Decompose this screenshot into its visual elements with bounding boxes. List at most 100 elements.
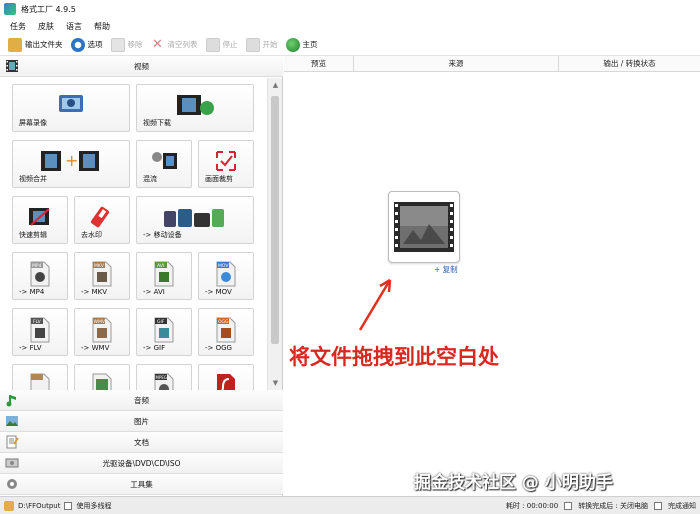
tile-partial-3[interactable]: MPEG — [136, 364, 192, 390]
tile-partial-1[interactable] — [12, 364, 68, 390]
mux-icon — [149, 149, 179, 175]
tile-flv[interactable]: FLV -> FLV — [12, 308, 68, 356]
scroll-up-icon[interactable]: ▲ — [268, 78, 283, 92]
category-picture[interactable]: 图片 — [0, 411, 283, 432]
folder-icon[interactable] — [4, 500, 14, 511]
remove-button[interactable]: 移除 — [110, 37, 143, 52]
tile-remove-watermark[interactable]: 去水印 — [74, 196, 130, 244]
svg-text:MOV: MOV — [218, 263, 229, 269]
svg-text:FLV: FLV — [33, 319, 42, 325]
svg-text:WMV: WMV — [94, 319, 106, 325]
tile-screen-record[interactable]: 屏幕录像 — [12, 84, 130, 132]
tile-mkv[interactable]: MKV -> MKV — [74, 252, 130, 300]
stop-label: 停止 — [222, 40, 238, 49]
function-panel: 视频 屏幕录像 视频下载 + 视频合并 混流 画面裁剪 快速剪辑 去水印 -> … — [0, 56, 283, 496]
document-icon — [5, 435, 19, 449]
scrollbar-thumb[interactable] — [271, 96, 279, 344]
tools-scrollbar[interactable]: ▲ ▼ — [267, 78, 282, 390]
tile-crop[interactable]: 画面裁剪 — [198, 140, 254, 188]
clear-list-icon: ✕ — [152, 36, 163, 52]
remove-watermark-icon — [89, 205, 115, 231]
mkv-file-icon: MKV — [91, 261, 113, 289]
menu-task[interactable]: 任务 — [10, 21, 26, 32]
menu-bar: 任务 皮肤 语言 帮助 — [0, 18, 700, 34]
home-button[interactable]: 主页 — [285, 37, 318, 52]
title-bar: 格式工厂 4.9.5 — [0, 0, 700, 18]
multithread-checkbox[interactable] — [64, 501, 73, 510]
options-label: 选项 — [87, 40, 103, 49]
options-icon — [70, 37, 85, 52]
column-output-status[interactable]: 输出 / 转换状态 — [559, 56, 700, 72]
tile-gif[interactable]: GIF -> GIF — [136, 308, 192, 356]
mov-file-icon: MOV — [215, 261, 237, 289]
svg-text:MPEG: MPEG — [156, 375, 168, 380]
category-video-header[interactable]: 视频 — [0, 56, 283, 77]
tile-ogg[interactable]: OGG -> OGG — [198, 308, 254, 356]
tile-mp4[interactable]: MP4 -> MP4 — [12, 252, 68, 300]
task-list-panel[interactable]: 预览 来源 输出 / 转换状态 + 复制 将文件拖拽到此空白处 掘金技术社区 @… — [284, 56, 700, 496]
tile-partial-4[interactable] — [198, 364, 254, 390]
options-button[interactable]: 选项 — [70, 37, 103, 52]
gif-file-icon: GIF — [153, 317, 175, 345]
tile-mobile-device[interactable]: -> 移动设备 — [136, 196, 254, 244]
tile-avi[interactable]: AVI -> AVI — [136, 252, 192, 300]
tile-video-merge[interactable]: + 视频合并 — [12, 140, 130, 188]
tile-quick-cut[interactable]: 快速剪辑 — [12, 196, 68, 244]
after-convert-label[interactable]: 转换完成后 : 关闭电脑 — [578, 501, 648, 511]
category-video-label: 视频 — [134, 61, 149, 71]
stop-button[interactable]: 停止 — [205, 37, 238, 52]
tile-wmv[interactable]: WMV -> WMV — [74, 308, 130, 356]
column-source[interactable]: 来源 — [354, 56, 559, 72]
app-logo-icon — [4, 3, 16, 15]
tile-mov[interactable]: MOV -> MOV — [198, 252, 254, 300]
file-icon — [91, 373, 113, 390]
after-convert-checkbox[interactable] — [564, 501, 573, 510]
notify-checkbox[interactable] — [654, 501, 662, 510]
status-bar: D:\FFOutput 使用多线程 耗时 : 00:00:00 转换完成后 : … — [0, 496, 700, 514]
svg-text:+: + — [65, 151, 78, 170]
mpeg-file-icon: MPEG — [153, 373, 175, 390]
svg-text:MKV: MKV — [94, 263, 105, 269]
toolbox-icon — [5, 477, 19, 491]
svg-text:MP4: MP4 — [32, 263, 42, 269]
output-folder-button[interactable]: 输出文件夹 — [8, 37, 63, 52]
tile-video-download[interactable]: 视频下载 — [136, 84, 254, 132]
quick-cut-icon — [27, 205, 53, 231]
notify-label: 完成通知 — [668, 501, 696, 510]
folder-icon — [8, 37, 22, 52]
drag-hint-text: 将文件拖拽到此空白处 — [289, 345, 499, 369]
menu-help[interactable]: 帮助 — [94, 21, 110, 32]
watermark-text: 掘金技术社区 @ 小明助手 — [414, 473, 613, 493]
arrow-annotation-icon — [358, 278, 392, 331]
ogg-file-icon: OGG — [215, 317, 237, 345]
start-button[interactable]: 开始 — [245, 37, 278, 52]
avi-file-icon: AVI — [153, 261, 175, 289]
elapsed-time: 耗时 : 00:00:00 — [505, 501, 559, 510]
clear-list-button[interactable]: ✕ 清空列表 — [151, 36, 197, 52]
svg-text:OGG: OGG — [218, 319, 229, 325]
video-merge-icon: + — [39, 149, 103, 175]
column-preview[interactable]: 预览 — [284, 56, 354, 72]
start-icon — [245, 37, 260, 52]
video-film-icon — [5, 59, 19, 73]
menu-skin[interactable]: 皮肤 — [38, 21, 54, 32]
tile-mux[interactable]: 混流 — [136, 140, 192, 188]
scroll-down-icon[interactable]: ▼ — [268, 376, 283, 390]
category-document[interactable]: 文档 — [0, 432, 283, 453]
picture-icon — [5, 414, 19, 428]
mp4-file-icon: MP4 — [29, 261, 51, 289]
category-disc[interactable]: 光驱设备\DVD\CD\ISO — [0, 453, 283, 474]
wmv-file-icon: WMV — [91, 317, 113, 345]
video-thumbnail-icon — [394, 202, 454, 252]
output-path[interactable]: D:\FFOutput — [18, 502, 60, 510]
output-folder-label: 输出文件夹 — [25, 40, 63, 49]
menu-language[interactable]: 语言 — [66, 21, 82, 32]
audio-icon — [5, 393, 19, 407]
start-label: 开始 — [262, 40, 278, 49]
tile-partial-2[interactable] — [74, 364, 130, 390]
drag-file-thumbnail — [388, 191, 460, 263]
category-toolbox[interactable]: 工具集 — [0, 474, 283, 495]
category-audio[interactable]: 音频 — [0, 390, 283, 411]
flash-file-icon — [215, 373, 237, 390]
screen-record-icon — [58, 93, 84, 117]
